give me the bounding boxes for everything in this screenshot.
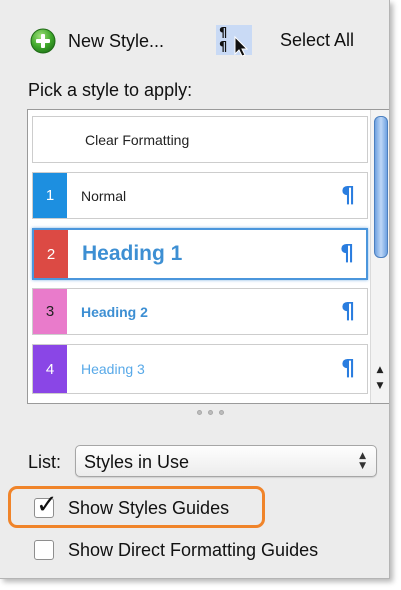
vertical-scrollbar[interactable]: ▲ ▼ xyxy=(370,110,389,403)
styles-list[interactable]: Clear Formatting 1 Normal ¶ 2 Heading 1 … xyxy=(27,109,389,404)
style-name: Heading 3 xyxy=(81,361,145,377)
select-all-label: Select All xyxy=(280,29,355,50)
updown-arrows-icon: ▲ ▼ xyxy=(359,451,366,471)
show-direct-formatting-guides-checkbox[interactable] xyxy=(34,540,54,560)
style-number-badge: 3 xyxy=(33,289,67,334)
svg-text:¶: ¶ xyxy=(219,40,227,55)
grip-dot-icon xyxy=(196,409,202,415)
new-style-button[interactable]: New Style... xyxy=(30,26,164,56)
show-styles-guides-checkbox[interactable]: ✓ xyxy=(34,490,58,520)
new-style-label: New Style... xyxy=(68,30,165,51)
pilcrow-icon: ¶ xyxy=(341,356,355,382)
style-number-badge: 2 xyxy=(34,230,68,278)
scroll-up-arrow-icon[interactable]: ▲ xyxy=(374,364,386,376)
style-item-normal[interactable]: 1 Normal ¶ xyxy=(32,172,368,219)
style-number-badge: 1 xyxy=(33,173,67,218)
plus-circle-icon xyxy=(30,28,56,54)
style-name: Normal xyxy=(81,187,127,204)
style-item-clear-formatting[interactable]: Clear Formatting xyxy=(32,116,368,163)
pilcrow-icon: ¶ xyxy=(340,241,354,267)
show-styles-guides-label[interactable]: Show Styles Guides xyxy=(68,498,229,519)
style-item-heading-2[interactable]: 3 Heading 2 ¶ xyxy=(32,288,368,335)
pilcrow-cursor-icon: ¶ ¶ xyxy=(214,23,258,57)
style-name: Heading 1 xyxy=(82,242,183,265)
style-name: Heading 2 xyxy=(81,303,148,320)
pick-style-label: Pick a style to apply: xyxy=(28,80,193,100)
scrollbar-thumb[interactable] xyxy=(374,116,388,258)
pilcrow-icon: ¶ xyxy=(341,299,355,324)
checkmark-icon: ✓ xyxy=(36,490,58,520)
list-label: List: xyxy=(28,452,62,472)
style-name: Clear Formatting xyxy=(85,131,190,148)
style-item-heading-3[interactable]: 4 Heading 3 ¶ xyxy=(32,344,368,394)
style-item-heading-1[interactable]: 2 Heading 1 ¶ xyxy=(32,228,368,280)
grip-dot-icon xyxy=(207,409,213,415)
scroll-down-arrow-icon[interactable]: ▼ xyxy=(374,380,386,392)
styles-panel: New Style... ¶ ¶ Select All Pick a style… xyxy=(0,0,390,579)
grip-dot-icon xyxy=(218,409,224,415)
svg-text:¶: ¶ xyxy=(219,26,227,41)
list-filter-select[interactable]: Styles in Use ▲ ▼ xyxy=(75,445,377,477)
list-filter-value: Styles in Use xyxy=(84,452,190,472)
select-all-button[interactable]: ¶ ¶ Select All xyxy=(214,22,354,58)
resize-grip[interactable] xyxy=(187,407,233,417)
pilcrow-icon: ¶ xyxy=(341,183,355,208)
show-direct-formatting-guides-label[interactable]: Show Direct Formatting Guides xyxy=(68,540,318,561)
style-number-badge: 4 xyxy=(33,345,67,393)
